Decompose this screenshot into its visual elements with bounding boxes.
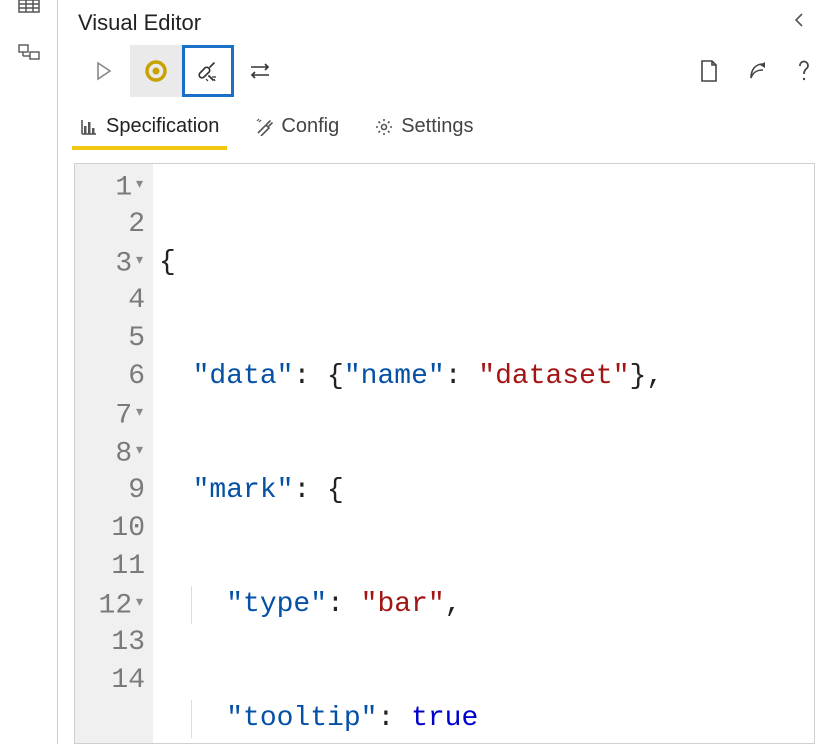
panel-title: Visual Editor bbox=[78, 10, 201, 36]
code-token: : { bbox=[293, 475, 343, 506]
swap-button[interactable] bbox=[234, 45, 286, 97]
code-token: : { bbox=[293, 361, 343, 392]
toolbar-right bbox=[699, 59, 811, 83]
tab-label: Settings bbox=[401, 115, 473, 138]
share-button[interactable] bbox=[747, 60, 769, 82]
gutter-line: 12▾ bbox=[85, 586, 145, 624]
code-token: : bbox=[327, 589, 361, 620]
gutter-line: 2 bbox=[85, 206, 145, 244]
specification-icon bbox=[80, 118, 98, 136]
code-token: "data" bbox=[193, 361, 294, 392]
code-token: { bbox=[159, 247, 176, 278]
fold-icon[interactable]: ▾ bbox=[134, 166, 145, 204]
code-editor[interactable]: 1▾23▾4567▾8▾9101112▾1314 { "data": {"nam… bbox=[74, 163, 815, 744]
code-token: "bar" bbox=[361, 589, 445, 620]
fold-icon[interactable]: ▾ bbox=[134, 432, 145, 470]
model-view-icon[interactable] bbox=[17, 42, 41, 66]
gutter-line: 3▾ bbox=[85, 244, 145, 282]
gutter-line: 6 bbox=[85, 358, 145, 396]
collapse-chevron-icon[interactable] bbox=[787, 8, 811, 37]
code-token: : bbox=[445, 361, 479, 392]
code-token: "type" bbox=[226, 589, 327, 620]
fold-icon[interactable]: ▾ bbox=[134, 584, 145, 622]
gutter-line: 7▾ bbox=[85, 396, 145, 434]
tabs: Specification Config Settings bbox=[58, 107, 831, 149]
settings-icon bbox=[375, 118, 393, 136]
format-button[interactable] bbox=[182, 45, 234, 97]
tab-config[interactable]: Config bbox=[253, 107, 341, 148]
tab-specification[interactable]: Specification bbox=[78, 107, 221, 148]
fold-icon[interactable]: ▾ bbox=[134, 394, 145, 432]
code-token: "mark" bbox=[193, 475, 294, 506]
code-token: true bbox=[411, 703, 478, 734]
tab-label: Specification bbox=[106, 115, 219, 138]
tab-label: Config bbox=[281, 115, 339, 138]
help-button[interactable] bbox=[797, 60, 811, 82]
left-rail bbox=[0, 0, 58, 744]
gutter-line: 1▾ bbox=[85, 168, 145, 206]
gutter-line: 11 bbox=[85, 548, 145, 586]
code-token: "tooltip" bbox=[226, 703, 377, 734]
gutter-line: 13 bbox=[85, 624, 145, 662]
code-token: : bbox=[377, 703, 411, 734]
stop-button[interactable] bbox=[130, 45, 182, 97]
table-view-icon[interactable] bbox=[17, 0, 41, 18]
play-button[interactable] bbox=[78, 45, 130, 97]
code-token: }, bbox=[630, 361, 664, 392]
gutter-line: 10 bbox=[85, 510, 145, 548]
gutter: 1▾23▾4567▾8▾9101112▾1314 bbox=[75, 164, 153, 743]
code-token: "name" bbox=[344, 361, 445, 392]
gutter-line: 5 bbox=[85, 320, 145, 358]
toolbar bbox=[58, 43, 831, 107]
code-area[interactable]: { "data": {"name": "dataset"}, "mark": {… bbox=[153, 164, 669, 743]
new-document-button[interactable] bbox=[699, 59, 719, 83]
fold-icon[interactable]: ▾ bbox=[134, 242, 145, 280]
code-token: "dataset" bbox=[478, 361, 629, 392]
config-icon bbox=[255, 118, 273, 136]
gutter-line: 14 bbox=[85, 662, 145, 700]
gutter-line: 8▾ bbox=[85, 434, 145, 472]
header: Visual Editor bbox=[58, 0, 831, 43]
main-panel: Visual Editor bbox=[58, 0, 831, 744]
code-token: , bbox=[445, 589, 462, 620]
toolbar-left bbox=[78, 45, 286, 97]
tab-settings[interactable]: Settings bbox=[373, 107, 475, 148]
gutter-line: 9 bbox=[85, 472, 145, 510]
gutter-line: 4 bbox=[85, 282, 145, 320]
